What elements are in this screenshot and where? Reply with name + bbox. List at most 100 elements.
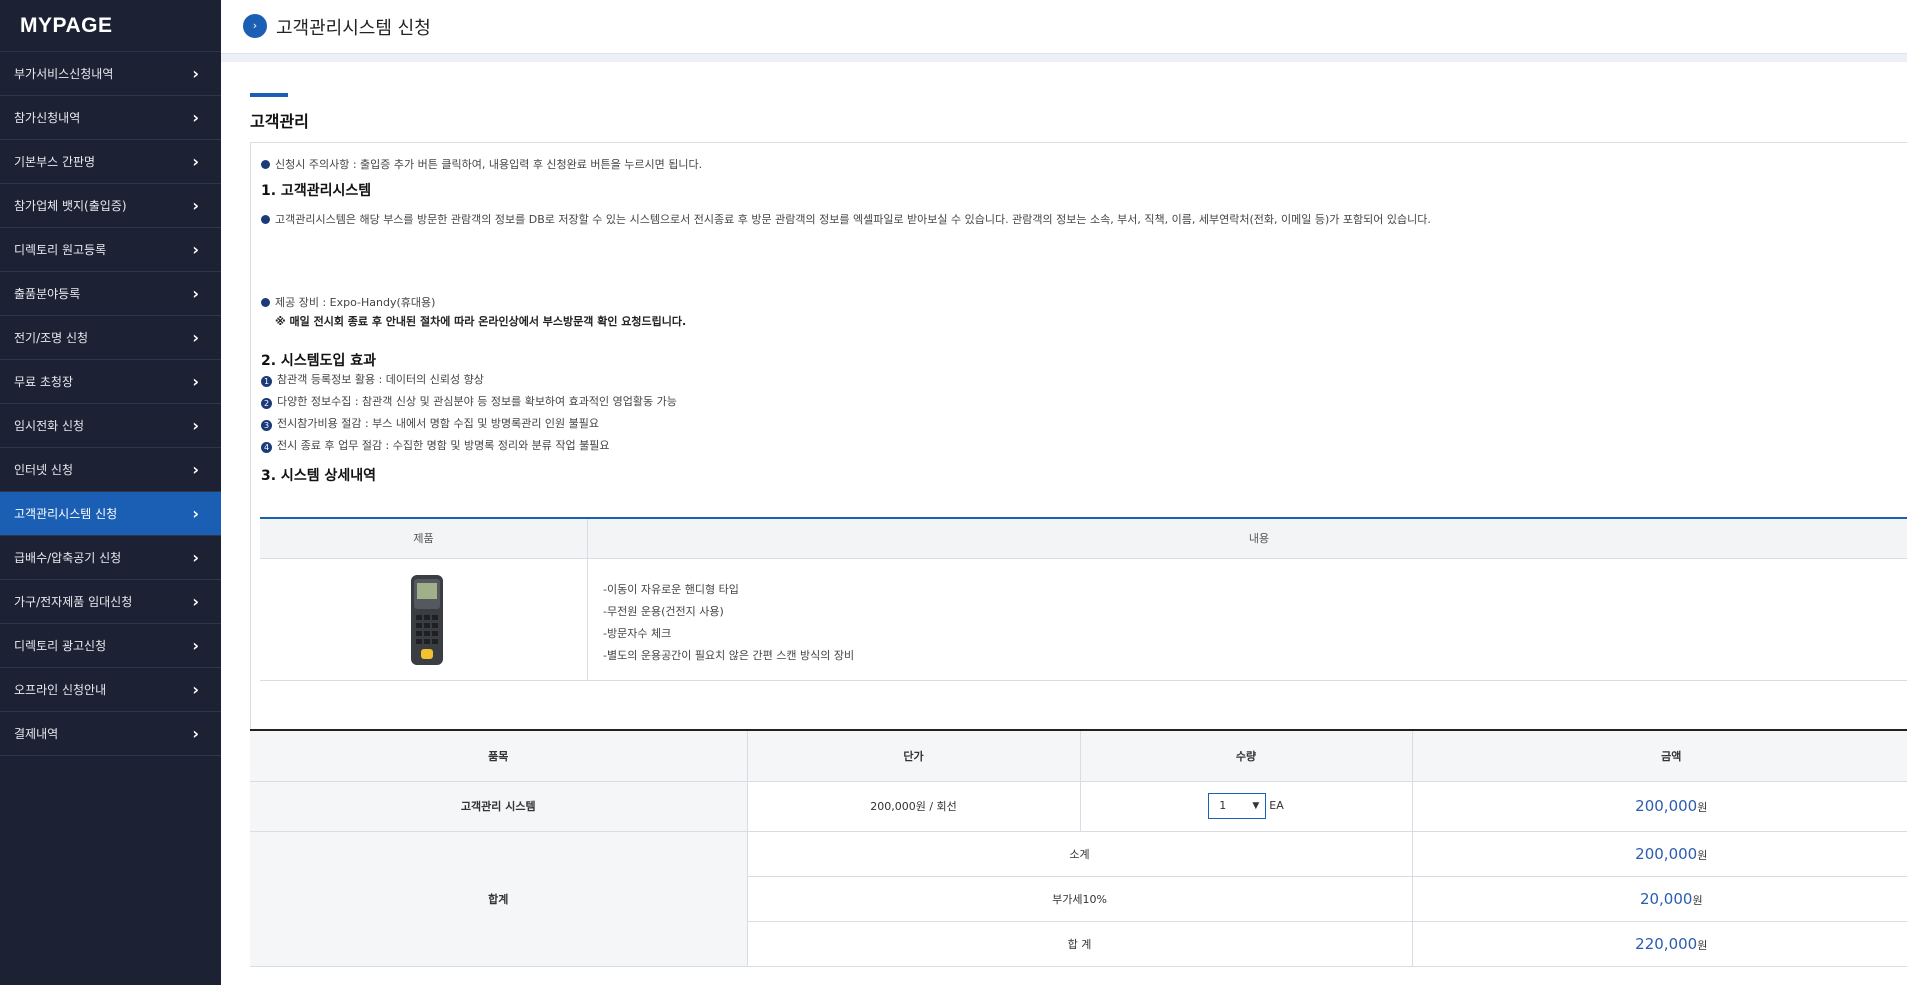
number-badge-icon: 3 <box>261 420 272 431</box>
sidebar-item-exhibit-category[interactable]: 출품분야등록 › <box>0 272 221 316</box>
subtotal-label: 소계 <box>747 831 1413 877</box>
sidebar-item-electric-lighting[interactable]: 전기/조명 신청 › <box>0 316 221 360</box>
sidebar-item-label: 결제내역 <box>14 727 59 741</box>
header-divider <box>221 54 1907 62</box>
quantity-value: 1 <box>1219 799 1227 812</box>
chevron-right-icon: › <box>192 372 199 391</box>
effect-item: 2 다양한 정보수집 : 참관객 신상 및 관심분야 등 정보를 확보하여 효과적… <box>261 393 677 409</box>
page-title: 고객관리시스템 신청 <box>276 18 431 39</box>
sidebar-item-offline-guide[interactable]: 오프라인 신청안내 › <box>0 668 221 712</box>
description-line: 고객관리시스템은 해당 부스를 방문한 관람객의 정보를 DB로 저장할 수 있… <box>261 211 1431 227</box>
effect-text: 다양한 정보수집 : 참관객 신상 및 관심분야 등 정보를 확보하여 효과적인… <box>277 395 677 408</box>
chevron-right-icon: › <box>192 548 199 567</box>
chevron-right-icon: › <box>192 64 199 83</box>
col-content: 내용 <box>1248 532 1270 545</box>
sidebar-item-label: 디렉토리 광고신청 <box>14 639 107 653</box>
amount-number: 200,000 <box>1635 844 1698 863</box>
sidebar-item-label: 급배수/압축공기 신청 <box>14 551 122 565</box>
quantity-select[interactable]: 1 ▼ <box>1208 793 1267 819</box>
sidebar-item-label: 디렉토리 원고등록 <box>14 243 107 257</box>
chevron-right-icon: › <box>192 240 199 259</box>
notice-text: 신청시 주의사항 : 출입증 추가 버튼 클릭하여, 내용입력 후 신청완료 버… <box>275 158 703 171</box>
feature-line: -별도의 운용공간이 필요치 않은 간편 스캔 방식의 장비 <box>603 649 855 662</box>
sidebar-item-payment-history[interactable]: 결제내역 › <box>0 712 221 756</box>
sidebar-item-label: 전기/조명 신청 <box>14 331 89 345</box>
order-table: 품목 단가 수량 금액 고객관리 시스템 200,000원 / 회선 1 ▼ EA … <box>250 729 1907 967</box>
sidebar: MYPAGE 부가서비스신청내역 › 참가신청내역 › 기본부스 간판명 › 참가업체… <box>0 0 221 985</box>
chevron-right-icon: › <box>192 196 199 215</box>
order-table-header: 품목 단가 수량 금액 <box>250 731 1907 782</box>
sidebar-item-label: 출품분야등록 <box>14 287 81 301</box>
sidebar-item-free-invitation[interactable]: 무료 초청장 › <box>0 360 221 404</box>
item-name: 고객관리 시스템 <box>250 781 748 832</box>
sidebar-menu: 부가서비스신청내역 › 참가신청내역 › 기본부스 간판명 › 참가업체 뱃지(출입증… <box>0 52 221 756</box>
won-unit: 원 <box>1697 938 1708 952</box>
equipment-table-row: -이동이 자유로운 핸디형 타입 -무전원 운용(건전지 사용) -방문자수 체… <box>260 559 1907 681</box>
chevron-circle-icon: › <box>243 14 267 38</box>
won-unit: 원 <box>1692 893 1703 907</box>
table-row: 고객관리 시스템 200,000원 / 회선 1 ▼ EA 200,000원 <box>250 781 1907 832</box>
chevron-right-icon: › <box>192 460 199 479</box>
total-label: 합계 <box>250 831 748 967</box>
sidebar-item-label: 기본부스 간판명 <box>14 155 96 169</box>
feature-line: -방문자수 체크 <box>603 627 672 640</box>
amount-number: 220,000 <box>1635 934 1698 953</box>
sidebar-item-temp-phone[interactable]: 임시전화 신청 › <box>0 404 221 448</box>
sidebar-item-furniture-rental[interactable]: 가구/전자제품 임대신청 › <box>0 580 221 624</box>
sidebar-item-directory-manuscript[interactable]: 디렉토리 원고등록 › <box>0 228 221 272</box>
sidebar-item-label: 무료 초청장 <box>14 375 74 389</box>
bullet-icon <box>261 298 270 307</box>
heading-effects: 2. 시스템도입 효과 <box>261 353 376 369</box>
sidebar-item-label: 임시전화 신청 <box>14 419 85 433</box>
chevron-right-icon: › <box>192 108 199 127</box>
product-cell <box>260 559 588 681</box>
vat-amount: 20,000원 <box>1412 876 1907 922</box>
sidebar-item-exhibitor-badge[interactable]: 참가업체 뱃지(출입증) › <box>0 184 221 228</box>
chevron-down-icon: ▼ <box>1252 801 1260 811</box>
sidebar-item-label: 오프라인 신청안내 <box>14 683 107 697</box>
equipment-line: 제공 장비 : Expo-Handy(휴대용) <box>261 294 435 310</box>
sidebar-item-label: 참가업체 뱃지(출입증) <box>14 199 127 213</box>
sidebar-item-registration-history[interactable]: 참가신청내역 › <box>0 96 221 140</box>
sidebar-item-crm-system[interactable]: 고객관리시스템 신청 › <box>0 492 221 536</box>
heading-crm-system: 1. 고객관리시스템 <box>261 183 372 199</box>
subtotal-row: 합계 소계 200,000원 <box>250 831 1907 967</box>
sidebar-item-label: 가구/전자제품 임대신청 <box>14 595 133 609</box>
sidebar-item-directory-ad[interactable]: 디렉토리 광고신청 › <box>0 624 221 668</box>
col-product: 제품 <box>260 519 588 559</box>
heading-details: 3. 시스템 상세내역 <box>261 468 376 484</box>
equipment-features: -이동이 자유로운 핸디형 타입 -무전원 운용(건전지 사용) -방문자수 체… <box>603 579 854 667</box>
won-unit: 원 <box>1697 848 1708 862</box>
sidebar-item-booth-signboard[interactable]: 기본부스 간판명 › <box>0 140 221 184</box>
grand-total-label: 합 계 <box>747 921 1413 967</box>
col-amount: 금액 <box>1412 731 1907 782</box>
effect-text: 전시참가비용 절감 : 부스 내에서 명함 수집 및 방명록관리 인원 불필요 <box>277 417 600 430</box>
feature-line: -이동이 자유로운 핸디형 타입 <box>603 583 739 596</box>
sidebar-item-label: 고객관리시스템 신청 <box>14 507 118 521</box>
effect-item: 3 전시참가비용 절감 : 부스 내에서 명함 수집 및 방명록관리 인원 불필요 <box>261 415 599 431</box>
chevron-right-icon: › <box>192 724 199 743</box>
col-item: 품목 <box>250 731 748 782</box>
item-amount: 200,000원 <box>1412 781 1907 832</box>
chevron-right-icon: › <box>192 284 199 303</box>
subtotal-amount: 200,000원 <box>1412 831 1907 877</box>
amount-number: 20,000 <box>1639 889 1693 908</box>
number-badge-icon: 4 <box>261 442 272 453</box>
sidebar-item-water-air[interactable]: 급배수/압축공기 신청 › <box>0 536 221 580</box>
bullet-icon <box>261 160 270 169</box>
vat-label: 부가세10% <box>747 876 1413 922</box>
unit-price: 200,000원 / 회선 <box>747 781 1081 832</box>
sidebar-item-internet[interactable]: 인터넷 신청 › <box>0 448 221 492</box>
effect-text: 참관객 등록정보 활용 : 데이터의 신뢰성 향상 <box>277 373 484 386</box>
chevron-right-icon: › <box>192 636 199 655</box>
effect-text: 전시 종료 후 업무 절감 : 수집한 명함 및 방명록 정리와 분류 작업 불… <box>277 439 610 452</box>
handy-scanner-image <box>411 575 443 665</box>
notice-line: 신청시 주의사항 : 출입증 추가 버튼 클릭하여, 내용입력 후 신청완료 버… <box>261 156 702 172</box>
sidebar-item-label: 참가신청내역 <box>14 111 81 125</box>
sidebar-item-addon-history[interactable]: 부가서비스신청내역 › <box>0 52 221 96</box>
col-unit-price: 단가 <box>747 731 1081 782</box>
quantity-cell: 1 ▼ EA <box>1080 781 1413 832</box>
chevron-right-icon: › <box>192 416 199 435</box>
number-badge-icon: 1 <box>261 376 272 387</box>
chevron-right-icon: › <box>192 328 199 347</box>
